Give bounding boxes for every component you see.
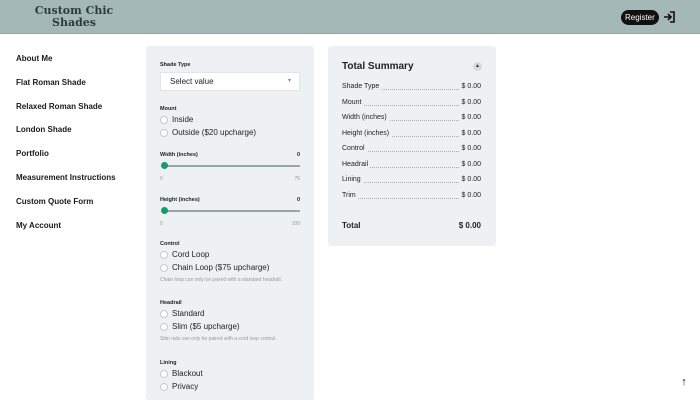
site-logo[interactable]: Custom Chic Shades (34, 5, 114, 29)
total-label: Total (342, 221, 361, 230)
height-max-label: 100 (291, 221, 300, 227)
height-value: 0 (296, 197, 300, 203)
sidebar-item-my-account[interactable]: My Account (16, 217, 136, 241)
summary-row-height: Height (inches) $ 0.00 (342, 128, 481, 139)
sidebar-item-portfolio[interactable]: Portfolio (16, 145, 136, 169)
mount-option-label: Outside ($20 upcharge) (172, 128, 257, 137)
sidebar-item-relaxed-roman-shade[interactable]: Relaxed Roman Shade (16, 98, 136, 122)
width-min-label: 0 (160, 176, 163, 182)
summary-row-control: Control $ 0.00 (342, 144, 481, 154)
shade-type-label: Shade Type (160, 62, 191, 68)
width-value: 0 (296, 152, 300, 158)
width-slider-thumb[interactable] (160, 162, 168, 169)
radio-button[interactable] (160, 323, 168, 331)
height-slider-track[interactable] (163, 210, 300, 212)
width-label: Width (inches) (160, 152, 198, 158)
summary-row-value: $ 0.00 (459, 144, 481, 154)
site-header: Custom Chic Shades Register (0, 0, 700, 34)
control-option-label: Cord Loop (172, 250, 210, 259)
summary-row-value: $ 0.00 (459, 159, 481, 170)
control-helper-text: Chain loop can only be paired with a sta… (160, 277, 283, 283)
radio-button[interactable] (160, 129, 168, 137)
sidebar-item-custom-quote-form[interactable]: Custom Quote Form (16, 193, 136, 217)
logo-line-2: Shades (52, 16, 96, 29)
sidebar-item-flat-roman-shade[interactable]: Flat Roman Shade (16, 74, 136, 98)
summary-row-trim: Trim $ 0.00 (342, 190, 481, 201)
mount-label: Mount (160, 106, 177, 112)
summary-row-lining: Lining $ 0.00 (342, 175, 481, 185)
summary-row-headrail: Headrail $ 0.00 (342, 159, 481, 170)
summary-row-value: $ 0.00 (459, 82, 481, 92)
summary-title: Total Summary (342, 61, 414, 72)
headrail-option-label: Slim ($5 upcharge) (172, 322, 240, 331)
sidebar-nav: About Me Flat Roman Shade Relaxed Roman … (16, 50, 136, 240)
radio-button[interactable] (160, 251, 168, 259)
summary-row-label: Width (inches) (342, 113, 389, 123)
summary-row-value: $ 0.00 (459, 190, 481, 201)
summary-row-label: Lining (342, 175, 363, 185)
arrow-up-icon[interactable]: ↑ (678, 376, 690, 388)
shade-type-value: Select value (170, 77, 214, 86)
height-slider-thumb[interactable] (160, 207, 168, 214)
summary-row-value: $ 0.00 (459, 175, 481, 185)
radio-button[interactable] (160, 264, 168, 272)
shade-type-select[interactable]: Select value ▾ (160, 72, 300, 91)
width-slider-track[interactable] (163, 165, 300, 167)
summary-row-label: Height (inches) (342, 128, 392, 139)
radio-button[interactable] (160, 116, 168, 124)
lining-option-label: Blackout (172, 369, 203, 378)
summary-row-label: Headrail (342, 159, 371, 170)
headrail-helper-text: Slim rails can only be paired with a cor… (160, 336, 277, 342)
summary-row-label: Trim (342, 190, 358, 201)
headrail-label: Headrail (160, 300, 182, 306)
chevron-down-icon: ▾ (287, 78, 291, 84)
radio-button[interactable] (160, 370, 168, 378)
sidebar-item-about-me[interactable]: About Me (16, 50, 136, 74)
summary-row-value: $ 0.00 (459, 128, 481, 139)
summary-row-value: $ 0.00 (459, 113, 481, 123)
radio-button[interactable] (160, 310, 168, 318)
summary-row-mount: Mount $ 0.00 (342, 97, 481, 108)
width-max-label: 75 (294, 176, 300, 182)
register-button[interactable]: Register (621, 10, 659, 25)
lining-option-label: Privacy (172, 382, 199, 391)
radio-button[interactable] (160, 383, 168, 391)
chevron-up-icon[interactable]: ▲ (473, 62, 482, 71)
quote-form-panel: Shade Type Select value ▾ Mount Inside O… (146, 46, 314, 400)
login-arrow-icon[interactable] (663, 11, 675, 23)
summary-total-row: Total $ 0.00 (342, 221, 481, 233)
lining-label: Lining (160, 360, 177, 366)
control-label: Control (160, 241, 180, 247)
mount-option-label: Inside (172, 115, 194, 124)
summary-row-value: $ 0.00 (459, 97, 481, 108)
height-min-label: 0 (160, 221, 163, 227)
sidebar-item-measurement-instructions[interactable]: Measurement Instructions (16, 169, 136, 193)
summary-row-label: Shade Type (342, 82, 382, 92)
height-label: Height (inches) (160, 197, 200, 203)
total-summary-panel: Total Summary ▲ Shade Type $ 0.00 Mount … (328, 46, 496, 246)
summary-row-label: Control (342, 144, 367, 154)
headrail-option-label: Standard (172, 309, 205, 318)
summary-row-width: Width (inches) $ 0.00 (342, 113, 481, 123)
sidebar-item-london-shade[interactable]: London Shade (16, 121, 136, 145)
control-option-label: Chain Loop ($75 upcharge) (172, 263, 270, 272)
summary-row-label: Mount (342, 97, 364, 108)
summary-row-shade-type: Shade Type $ 0.00 (342, 82, 481, 92)
total-value: $ 0.00 (458, 221, 481, 230)
